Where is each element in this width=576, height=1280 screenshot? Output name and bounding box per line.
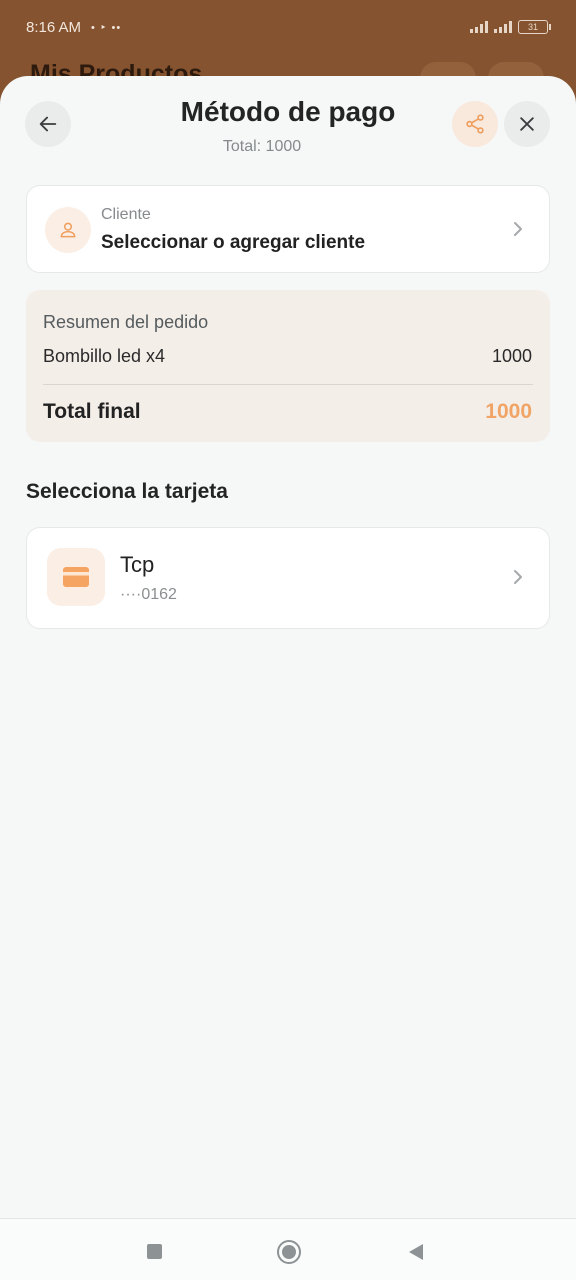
chevron-right-icon	[514, 222, 522, 236]
status-time: 8:16 AM	[26, 18, 82, 36]
status-bar: 8:16 AM • ‣ •• 31	[0, 0, 576, 54]
client-value: Seleccionar o agregar cliente	[101, 232, 366, 253]
home-icon[interactable]	[277, 1240, 301, 1264]
chevron-right-icon	[514, 570, 522, 584]
card-option[interactable]: Tcp ····0162	[26, 527, 550, 629]
page-subtitle-total: Total: 1000	[222, 138, 302, 155]
system-navigation-bar	[0, 1218, 576, 1280]
summary-heading: Resumen del pedido	[43, 312, 209, 332]
close-icon	[520, 117, 534, 131]
credit-card-icon	[47, 548, 105, 606]
client-label: Cliente	[101, 206, 151, 223]
section-title-cards: Selecciona la tarjeta	[26, 480, 228, 503]
user-icon	[45, 207, 91, 253]
summary-divider	[43, 384, 533, 385]
summary-total-label: Total final	[43, 400, 141, 423]
close-button[interactable]	[504, 101, 550, 147]
summary-item-name: Bombillo led x4	[43, 346, 166, 366]
order-summary: Resumen del pedido Bombillo led x4 1000 …	[26, 290, 550, 442]
summary-total-value: 1000	[485, 400, 532, 423]
share-button[interactable]	[452, 101, 498, 147]
summary-item-amount: 1000	[491, 346, 532, 366]
card-number: ····0162	[120, 586, 177, 603]
battery-level: 31	[527, 22, 538, 32]
back-triangle-icon[interactable]	[409, 1244, 423, 1260]
client-selector[interactable]: Cliente Seleccionar o agregar cliente	[26, 185, 550, 273]
payment-method-sheet: Método de pago Total: 1000 Cliente Selec…	[0, 76, 576, 1280]
notification-icons: • ‣ ••	[91, 21, 122, 34]
card-name: Tcp	[120, 552, 155, 577]
recents-icon[interactable]	[147, 1244, 162, 1259]
signal-icon	[470, 21, 488, 33]
share-icon	[466, 114, 484, 134]
battery-icon: 31	[518, 20, 551, 34]
signal-icon-2	[494, 21, 512, 33]
